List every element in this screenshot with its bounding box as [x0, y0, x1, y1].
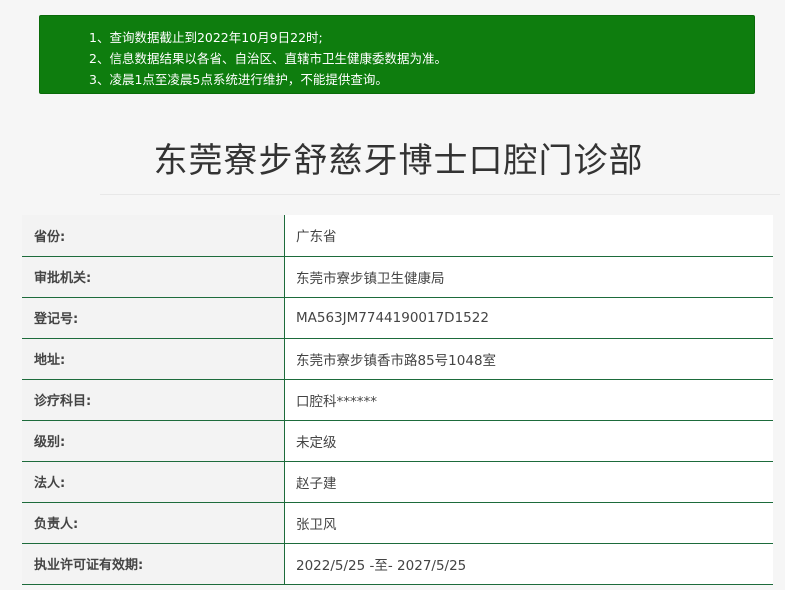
- row-label: 法人:: [22, 461, 285, 503]
- row-value: 张卫风: [285, 502, 773, 544]
- table-row: 审批机关: 东莞市寮步镇卫生健康局: [22, 256, 773, 298]
- row-label: 审批机关:: [22, 256, 285, 298]
- row-value: MA563JM7744190017D1522: [285, 297, 773, 339]
- row-label: 诊疗科目:: [22, 379, 285, 421]
- row-value: 广东省: [285, 215, 773, 257]
- row-value: 赵子建: [285, 461, 773, 503]
- table-row: 省份: 广东省: [22, 215, 773, 257]
- row-value: 东莞市寮步镇香市路85号1048室: [285, 338, 773, 380]
- table-row: 负责人: 张卫风: [22, 502, 773, 544]
- row-label: 省份:: [22, 215, 285, 257]
- title-divider: [100, 194, 780, 195]
- notice-line-1: 1、查询数据截止到2022年10月9日22时;: [89, 30, 323, 45]
- notice-line-2: 2、信息数据结果以各省、自治区、直辖市卫生健康委数据为准。: [89, 51, 447, 66]
- table-row: 执业许可证有效期: 2022/5/25 -至- 2027/5/25: [22, 543, 773, 585]
- table-row: 诊疗科目: 口腔科******: [22, 379, 773, 421]
- row-label: 执业许可证有效期:: [22, 543, 285, 585]
- row-value: 口腔科******: [285, 379, 773, 421]
- notice-line-3: 3、凌晨1点至凌晨5点系统进行维护，不能提供查询。: [89, 72, 388, 87]
- row-value: 东莞市寮步镇卫生健康局: [285, 256, 773, 298]
- row-label: 负责人:: [22, 502, 285, 544]
- notice-banner: 1、查询数据截止到2022年10月9日22时; 2、信息数据结果以各省、自治区、…: [39, 15, 755, 94]
- row-value: 未定级: [285, 420, 773, 462]
- table-row: 级别: 未定级: [22, 420, 773, 462]
- page-title: 东莞寮步舒慈牙博士口腔门诊部: [153, 141, 644, 181]
- table-row: 地址: 东莞市寮步镇香市路85号1048室: [22, 338, 773, 380]
- table-row: 登记号: MA563JM7744190017D1522: [22, 297, 773, 339]
- clinic-info-table: 省份: 广东省 审批机关: 东莞市寮步镇卫生健康局 登记号: MA563JM77…: [22, 215, 773, 585]
- table-row: 法人: 赵子建: [22, 461, 773, 503]
- row-value: 2022/5/25 -至- 2027/5/25: [285, 543, 773, 585]
- row-label: 级别:: [22, 420, 285, 462]
- row-label: 登记号:: [22, 297, 285, 339]
- row-label: 地址:: [22, 338, 285, 380]
